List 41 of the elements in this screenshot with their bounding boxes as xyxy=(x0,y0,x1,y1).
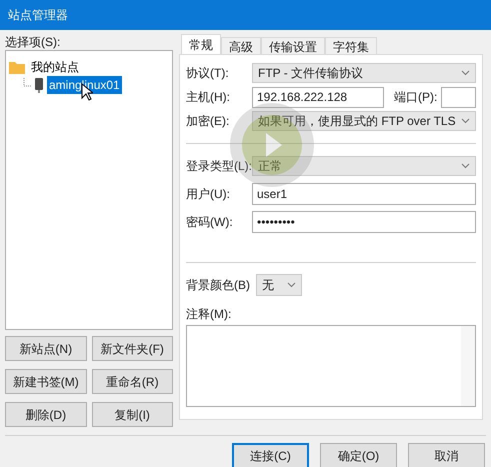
field-label: 用户(U): xyxy=(186,186,231,203)
site-action-button[interactable]: 新建书签(M) xyxy=(5,369,86,394)
dialog-button[interactable]: 连接(C) xyxy=(232,443,309,467)
site-action-button[interactable]: 删除(D) xyxy=(5,402,86,427)
site-action-button[interactable]: 新站点(N) xyxy=(5,336,86,361)
field-label: 加密(E): xyxy=(186,113,230,130)
logon-type-select[interactable]: 正常 xyxy=(252,156,476,176)
comments-field[interactable] xyxy=(186,325,476,407)
color-select[interactable]: 无 xyxy=(256,274,302,296)
field-label: 注释(M): xyxy=(186,306,232,323)
scrollbar[interactable] xyxy=(461,326,475,406)
field-label: 端口(P): xyxy=(394,89,438,106)
site-action-button[interactable]: 新文件夹(F) xyxy=(92,336,173,361)
field-label: 背景颜色(B) xyxy=(186,277,250,294)
field-label: 主机(H): xyxy=(186,89,231,106)
field-label: 密码(W): xyxy=(186,214,234,231)
tab[interactable]: 高级 xyxy=(221,37,261,54)
protocol-select[interactable]: FTP - 文件传输协议 xyxy=(252,63,476,83)
password-field[interactable]: ••••••••• xyxy=(252,211,476,233)
folder-icon xyxy=(9,60,25,74)
caret-icon xyxy=(461,118,470,124)
window-title: 站点管理器 xyxy=(8,7,68,24)
encryption-select[interactable]: 如果可用，使用显式的 FTP over TLS xyxy=(252,111,476,131)
tree-label: 选择项(S): xyxy=(5,34,62,50)
caret-icon xyxy=(461,163,470,169)
dialog-button[interactable]: 确定(O) xyxy=(320,443,397,467)
field-label: 协议(T): xyxy=(186,65,230,82)
site-action-button[interactable]: 重命名(R) xyxy=(92,369,173,394)
user-field[interactable]: user1 xyxy=(252,183,476,205)
caret-icon xyxy=(461,70,470,76)
tab[interactable]: 常规 xyxy=(181,34,221,54)
server-icon xyxy=(35,78,43,92)
port-field[interactable] xyxy=(441,86,476,108)
site-action-button[interactable]: 复制(I) xyxy=(92,402,173,427)
host-field[interactable]: 192.168.222.128 xyxy=(252,86,384,108)
tab[interactable]: 字符集 xyxy=(325,37,377,54)
dialog-button[interactable]: 取消 xyxy=(408,443,485,467)
tree-item[interactable]: 我的站点 xyxy=(29,58,81,76)
field-label: 登录类型(L): xyxy=(186,158,252,175)
caret-icon xyxy=(287,282,296,288)
tab[interactable]: 传输设置 xyxy=(261,37,325,54)
